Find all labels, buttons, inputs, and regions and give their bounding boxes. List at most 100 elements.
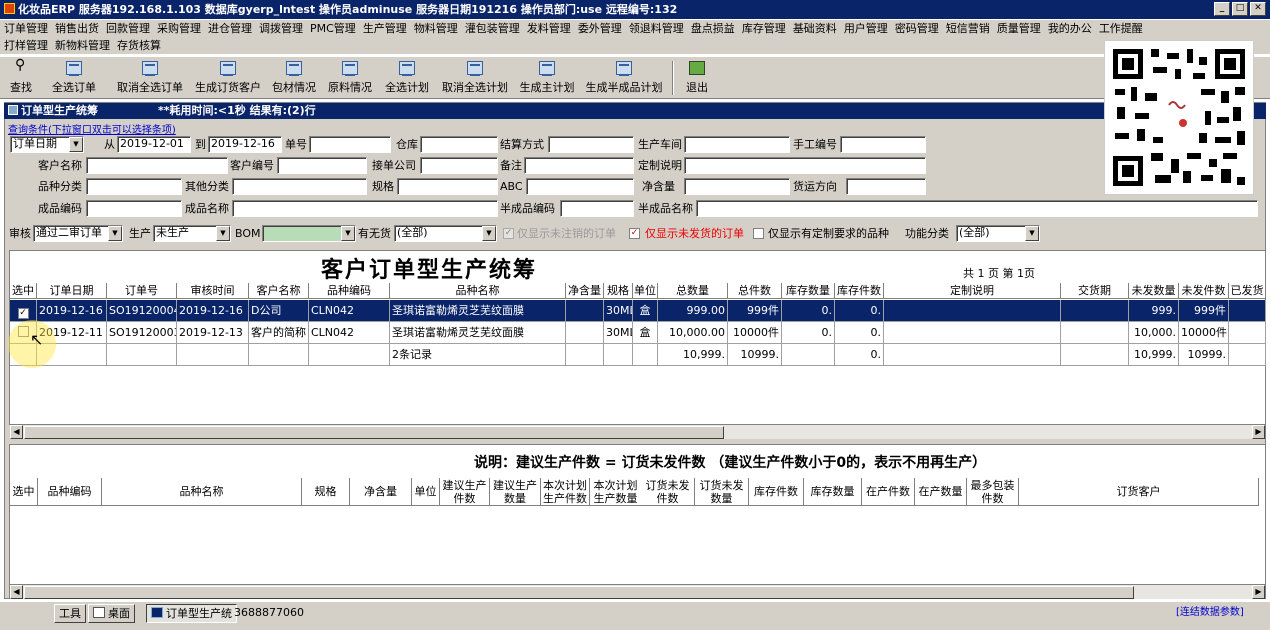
row-select-checkbox[interactable]: ✓ [10, 300, 37, 322]
manual-no-input[interactable] [840, 136, 926, 153]
order-grid-hscrollbar[interactable]: ◀ ▶ [10, 424, 1265, 439]
exit-button[interactable]: 退出 [680, 59, 714, 97]
column-header[interactable]: 规格 [302, 478, 350, 506]
column-header[interactable]: 品种名称 [390, 283, 566, 299]
generate-semi-plan-button[interactable]: 生成半成品计划 [582, 59, 666, 97]
product-grid-hscrollbar[interactable]: ◀ ▶ [10, 584, 1265, 599]
select-all-plans-button[interactable]: 全选计划 [380, 59, 434, 97]
select-all-orders-button[interactable]: 全选订单 [42, 59, 106, 97]
semi-code-input[interactable] [560, 200, 634, 217]
abc-input[interactable] [526, 178, 634, 195]
column-header[interactable]: 净含量 [566, 283, 604, 299]
menu-item[interactable]: 新物料管理 [55, 39, 110, 52]
close-button[interactable]: ✕ [1250, 2, 1266, 16]
menu-item[interactable]: 生产管理 [363, 22, 407, 35]
column-header[interactable]: 选中 [10, 283, 37, 299]
deselect-all-orders-button[interactable]: 取消全选订单 [112, 59, 188, 97]
menu-item[interactable]: 订单管理 [4, 22, 48, 35]
deselect-all-plans-button[interactable]: 取消全选计划 [437, 59, 513, 97]
column-header[interactable]: 规格 [604, 283, 633, 299]
production-select[interactable]: 未生产 ▼ [153, 225, 231, 242]
shipping-direction-input[interactable] [846, 178, 926, 195]
menu-item[interactable]: 库存管理 [742, 22, 786, 35]
menu-item[interactable]: 回款管理 [106, 22, 150, 35]
function-category-select[interactable]: (全部) ▼ [956, 225, 1040, 242]
column-header[interactable]: 订单日期 [37, 283, 107, 299]
column-header[interactable]: 审核时间 [177, 283, 249, 299]
audit-select[interactable]: 通过二审订单 ▼ [33, 225, 123, 242]
menu-item[interactable]: 基础资料 [793, 22, 837, 35]
column-header[interactable]: 在产件数 [862, 478, 915, 506]
bom-select[interactable]: ▼ [262, 225, 356, 242]
desktop-button[interactable]: 桌面 [88, 604, 135, 623]
column-header[interactable]: 建议生产数量 [490, 478, 541, 506]
find-button[interactable]: 查找 [6, 57, 36, 97]
product-code-input[interactable] [86, 200, 182, 217]
semi-name-input[interactable] [696, 200, 1258, 217]
order-no-input[interactable] [309, 136, 391, 153]
column-header[interactable]: 总数量 [658, 283, 728, 299]
column-header[interactable]: 未发数量 [1129, 283, 1179, 299]
checkbox-uncancelled[interactable]: ✓ [503, 228, 514, 239]
column-header[interactable]: 交货期 [1061, 283, 1129, 299]
scroll-left-button[interactable]: ◀ [10, 425, 23, 439]
generate-master-plan-button[interactable]: 生成主计划 [516, 59, 578, 97]
menu-item[interactable]: 采购管理 [157, 22, 201, 35]
scroll-right-button[interactable]: ▶ [1252, 585, 1265, 599]
maximize-button[interactable]: □ [1232, 2, 1248, 16]
column-header[interactable]: 总件数 [728, 283, 782, 299]
column-header[interactable]: 已发货 [1229, 283, 1266, 299]
menu-item[interactable]: 进仓管理 [208, 22, 252, 35]
column-header[interactable]: 品种名称 [102, 478, 302, 506]
remark-input[interactable] [524, 157, 634, 174]
product-name-input[interactable] [232, 200, 498, 217]
menu-item[interactable]: 物料管理 [414, 22, 458, 35]
menu-item[interactable]: 灌包装管理 [465, 22, 520, 35]
column-header[interactable]: 定制说明 [884, 283, 1061, 299]
column-header[interactable]: 订单号 [107, 283, 177, 299]
minimize-button[interactable]: _ [1214, 2, 1230, 16]
column-header[interactable]: 单位 [412, 478, 440, 506]
net-content-input[interactable] [684, 178, 790, 195]
settlement-input[interactable] [548, 136, 634, 153]
menu-item[interactable]: 调拨管理 [259, 22, 303, 35]
checkbox-unshipped[interactable]: ✓ [629, 228, 640, 239]
scroll-thumb[interactable] [24, 426, 724, 439]
menu-item[interactable]: 盘点损益 [691, 22, 735, 35]
column-header[interactable]: 订货未发件数 [641, 478, 695, 506]
category-input[interactable] [86, 178, 182, 195]
column-header[interactable]: 库存数量 [782, 283, 835, 299]
column-header[interactable]: 订货客户 [1019, 478, 1259, 506]
customer-code-input[interactable] [277, 157, 367, 174]
column-header[interactable]: 库存数量 [804, 478, 862, 506]
column-header[interactable]: 未发件数 [1179, 283, 1229, 299]
column-header[interactable]: 库存件数 [749, 478, 804, 506]
menu-item[interactable]: 委外管理 [578, 22, 622, 35]
workshop-input[interactable] [684, 136, 790, 153]
date-type-select[interactable]: 订单日期 ▼ [10, 136, 84, 153]
menu-item[interactable]: 密码管理 [895, 22, 939, 35]
menu-item[interactable]: 用户管理 [844, 22, 888, 35]
menu-item[interactable]: PMC管理 [310, 22, 356, 35]
column-header[interactable]: 在产数量 [915, 478, 967, 506]
custom-desc-input[interactable] [684, 157, 926, 174]
scroll-right-button[interactable]: ▶ [1252, 425, 1265, 439]
column-header[interactable]: 库存件数 [835, 283, 884, 299]
menu-item[interactable]: 质量管理 [997, 22, 1041, 35]
menu-item[interactable]: 工作提醒 [1099, 22, 1143, 35]
column-header[interactable]: 品种编码 [38, 478, 102, 506]
task-tab-order-plan[interactable]: 订单型生产统 [146, 604, 237, 623]
column-header[interactable]: 选中 [10, 478, 38, 506]
date-from-input[interactable]: 2019-12-01 [117, 136, 191, 153]
column-header[interactable]: 订货未发数量 [695, 478, 749, 506]
generate-customers-button[interactable]: 生成订货客户 [192, 59, 264, 97]
menu-item[interactable]: 领退料管理 [629, 22, 684, 35]
column-header[interactable]: 单位 [633, 283, 658, 299]
other-category-input[interactable] [232, 178, 367, 195]
column-header[interactable]: 本次计划生产件数 [541, 478, 590, 506]
checkbox-custom-req[interactable] [753, 228, 764, 239]
column-header[interactable]: 净含量 [350, 478, 412, 506]
receiver-company-input[interactable] [420, 157, 498, 174]
connection-params-link[interactable]: [连结数据参数] [1176, 605, 1244, 621]
menu-item[interactable]: 短信营销 [946, 22, 990, 35]
